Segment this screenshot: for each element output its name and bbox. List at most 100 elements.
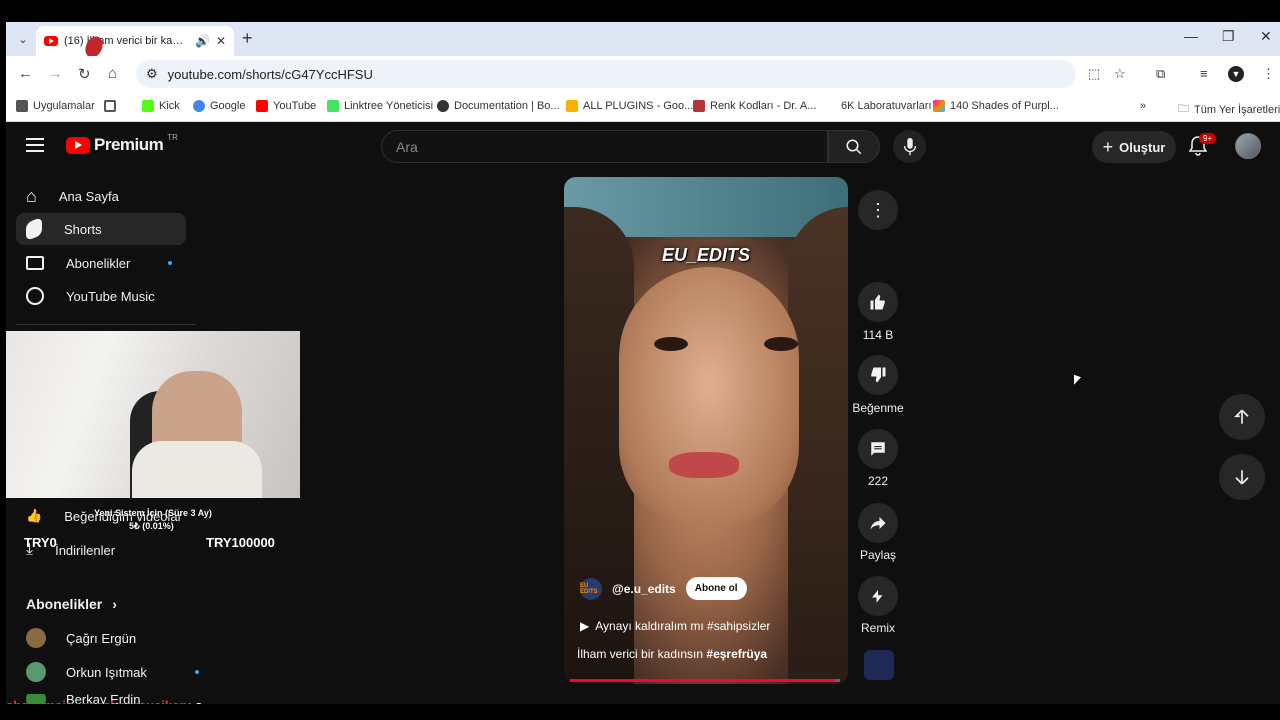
share-icon	[870, 517, 886, 530]
youtube-favicon-icon	[44, 36, 58, 46]
mouse-cursor-icon	[1074, 374, 1081, 388]
bookmark-renk-kodlari[interactable]: Renk Kodları - Dr. A...	[693, 100, 816, 112]
dislike-label: Beğenme	[852, 401, 904, 415]
voice-search-button[interactable]	[893, 130, 926, 163]
thumbs-up-icon: 👍	[26, 508, 43, 523]
media-control-icon[interactable]: ≡	[1200, 66, 1208, 81]
home-button[interactable]: ⌂	[108, 65, 117, 82]
back-button[interactable]: ←	[18, 65, 33, 82]
new-content-dot	[194, 670, 199, 674]
forward-button[interactable]: →	[48, 65, 63, 82]
install-app-icon[interactable]: ⬚	[1088, 66, 1100, 82]
comments-button[interactable]	[858, 429, 898, 469]
channel-avatar	[26, 628, 46, 648]
search-button[interactable]	[828, 130, 880, 163]
speaker-icon[interactable]: 🔊	[195, 34, 210, 48]
arrow-down-icon	[1235, 470, 1249, 485]
description-hashtag[interactable]: #eşrefrüya	[706, 647, 767, 661]
channel-info: EU EDITS @e.u_edits Abone ol	[580, 577, 747, 600]
sidebar-item-shorts[interactable]: Shorts	[16, 213, 186, 245]
dislike-button[interactable]	[858, 355, 898, 395]
music-link[interactable]: ▶ Aynayı kaldıralım mı #sahipsizler	[580, 619, 770, 633]
bookmark-plugins[interactable]: ALL PLUGINS - Goo...	[566, 100, 693, 112]
address-bar[interactable]: ⚙ youtube.com/shorts/cG47YccHFSU	[136, 60, 1076, 88]
share-button[interactable]	[858, 503, 898, 543]
music-title: Aynayı kaldıralım mı #sahipsizler	[595, 619, 771, 633]
browser-toolbar: ← → ↻ ⌂ ⚙ youtube.com/shorts/cG47YccHFSU…	[6, 56, 1280, 92]
more-menu-icon[interactable]: ⋮	[1262, 66, 1275, 82]
minimize-button[interactable]: —	[1184, 28, 1198, 44]
like-button[interactable]	[858, 282, 898, 322]
bookmark-140-shades[interactable]: 140 Shades of Purpl...	[933, 100, 1059, 112]
browser-tab[interactable]: (16) İlham verici bir kadınsın 🔊 ✕	[36, 26, 234, 56]
donation-goal-progress: 5₺ (0.01%)	[129, 521, 174, 531]
bookmark-google[interactable]: Google	[193, 100, 245, 112]
home-icon: ⌂	[26, 185, 37, 206]
bookmark-apps[interactable]: Uygulamalar	[16, 100, 95, 112]
close-window-button[interactable]: ✕	[1260, 28, 1272, 45]
shades-icon	[933, 100, 945, 112]
previous-short-button[interactable]	[1219, 394, 1265, 440]
maximize-button[interactable]: ❐	[1222, 28, 1235, 45]
subscribe-button[interactable]: Abone ol	[685, 577, 747, 600]
next-short-button[interactable]	[1219, 454, 1265, 500]
new-tab-button[interactable]: +	[242, 28, 253, 49]
bookmark-documentation[interactable]: Documentation | Bo...	[437, 100, 560, 112]
more-options-button[interactable]: ⋮	[858, 190, 898, 230]
6k-icon	[824, 100, 836, 112]
subscriptions-heading[interactable]: Abonelikler ›	[26, 596, 117, 612]
site-info-icon[interactable]: ⚙	[146, 66, 158, 82]
sidebar-divider	[16, 324, 196, 325]
channel-avatar[interactable]: EU EDITS	[580, 577, 602, 600]
tab-title: (16) İlham verici bir kadınsın	[64, 35, 189, 47]
profile-shield-icon[interactable]: ▼	[1228, 66, 1244, 82]
donation-goal-title: Yeni Sistem İçin (Süre 3 Ay)	[94, 508, 212, 518]
tab-search-icon[interactable]: ⌄	[14, 31, 32, 49]
hamburger-menu-icon[interactable]	[26, 138, 44, 152]
drive-icon	[566, 100, 578, 112]
bookmark-grid[interactable]	[104, 100, 116, 112]
sidebar-item-home[interactable]: ⌂ Ana Sayfa	[16, 180, 186, 212]
chevron-right-icon: ›	[112, 596, 117, 612]
remix-label: Remix	[860, 621, 895, 635]
youtube-premium-logo[interactable]: Premium TR	[66, 133, 178, 155]
sidebar-item-youtube-music[interactable]: YouTube Music	[16, 280, 186, 312]
more-bookmarks-icon[interactable]: »	[1140, 100, 1146, 112]
sidebar-item-label: Shorts	[64, 221, 102, 237]
bookmark-6k[interactable]: 6K Laboratuvarları	[824, 100, 932, 112]
bookmark-linktree[interactable]: Linktree Yöneticisi	[327, 100, 433, 112]
subscription-item[interactable]: Çağrı Ergün	[26, 628, 136, 648]
bookmark-kick[interactable]: Kick	[142, 100, 180, 112]
chat-text: : s	[187, 698, 202, 704]
remix-button[interactable]	[858, 576, 898, 616]
comment-icon	[871, 442, 885, 456]
channel-avatar	[26, 662, 46, 682]
sidebar-item-subscriptions[interactable]: Abonelikler	[16, 247, 186, 279]
search-input[interactable]: Ara	[381, 130, 828, 163]
linktree-icon	[327, 100, 339, 112]
subscription-item[interactable]: Orkun Işıtmak	[26, 662, 199, 682]
url-text: youtube.com/shorts/cG47YccHFSU	[167, 66, 373, 82]
renk-kodlari-icon	[693, 100, 705, 112]
account-avatar[interactable]	[1235, 133, 1261, 159]
youtube-music-icon	[26, 287, 44, 305]
donation-goal-start: TRY0	[24, 535, 57, 550]
remix-icon	[872, 590, 883, 603]
video-progress-bar[interactable]	[570, 679, 840, 682]
all-bookmarks[interactable]: 🗀 Tüm Yer İşaretleri	[1178, 100, 1280, 119]
create-button[interactable]: + Oluştur	[1092, 131, 1176, 163]
sidebar-item-label: YouTube Music	[66, 288, 155, 304]
close-tab-icon[interactable]: ✕	[216, 34, 226, 48]
reload-button[interactable]: ↻	[78, 65, 91, 83]
bookmark-youtube[interactable]: YouTube	[256, 100, 316, 112]
channel-handle[interactable]: @e.u_edits	[612, 582, 676, 596]
chat-username: shacomainegzozborususiken	[6, 698, 187, 704]
more-vert-icon: ⋮	[869, 199, 887, 220]
youtube-logo-icon	[66, 136, 90, 154]
bookmark-label: Linktree Yöneticisi	[344, 100, 434, 112]
sound-thumbnail[interactable]	[864, 650, 894, 680]
bookmark-star-icon[interactable]: ☆	[1114, 66, 1126, 82]
like-count: 114 B	[862, 328, 894, 342]
shorts-video-player[interactable]: EU_EDITS EU EDITS @e.u_edits Abone ol ▶ …	[564, 177, 848, 684]
extensions-icon[interactable]: ⧉	[1156, 66, 1165, 82]
